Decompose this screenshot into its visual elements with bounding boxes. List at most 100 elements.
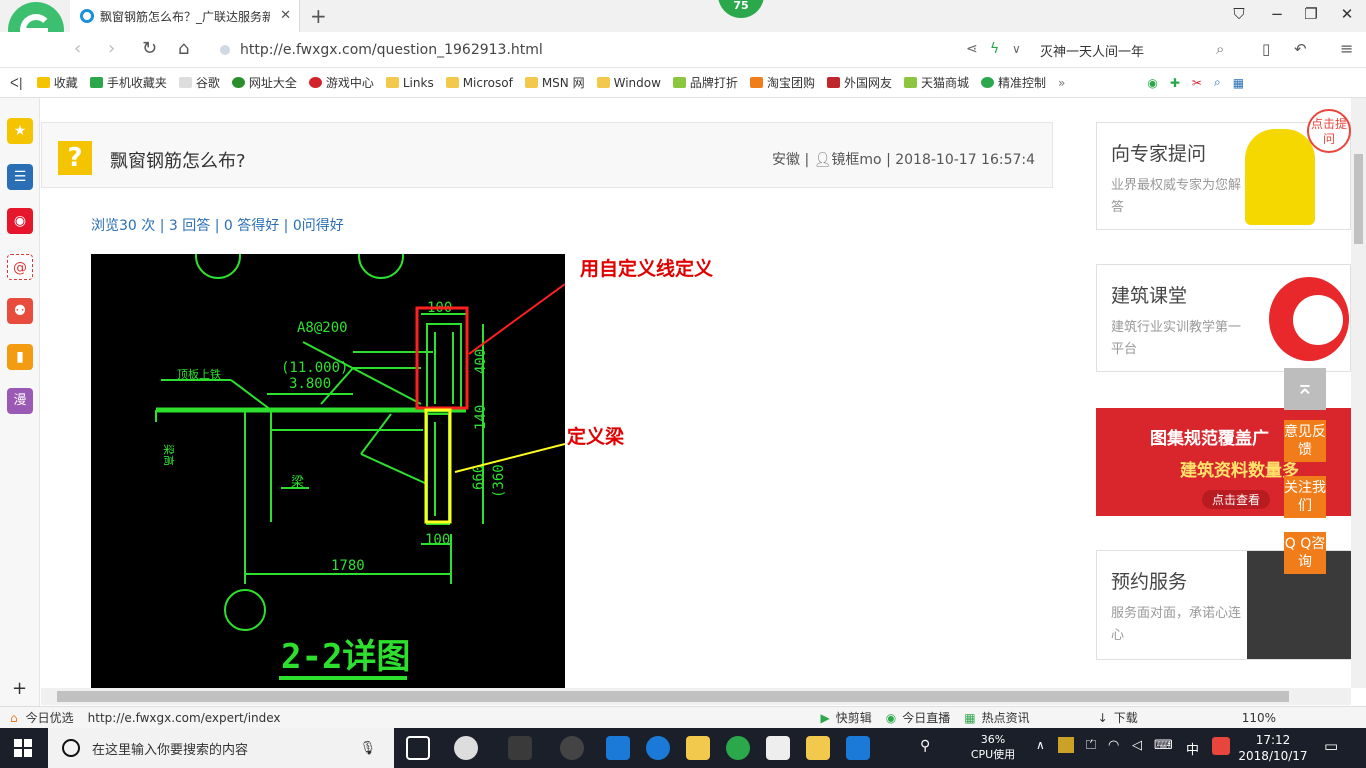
address-bar[interactable]: http://e.fwxgx.com/question_1962913.html: [220, 37, 940, 63]
share-icon[interactable]: ⋖: [966, 41, 978, 57]
volume-icon[interactable]: ◁: [1132, 738, 1142, 753]
class-card[interactable]: 建筑课堂 建筑行业实训教学第一平台: [1096, 264, 1351, 372]
bookmark-item[interactable]: Microsof: [445, 76, 513, 90]
search-icon[interactable]: ⌕: [1216, 40, 1224, 58]
undo-icon[interactable]: ↶: [1294, 40, 1307, 58]
notes-icon[interactable]: [806, 736, 830, 760]
home-icon[interactable]: ⌂: [178, 38, 189, 59]
microphone-icon[interactable]: 🎙︎: [359, 741, 376, 756]
app-icon[interactable]: [454, 736, 478, 760]
scroll-thumb[interactable]: [1354, 154, 1363, 244]
collapse-icon[interactable]: ᐸ|: [10, 76, 23, 90]
question-stats[interactable]: 浏览30 次 | 3 回答 | 0 答得好 | 0问得好: [91, 215, 344, 235]
status-item[interactable]: 快剪辑: [836, 709, 872, 726]
menu-icon[interactable]: ≡: [1340, 39, 1353, 58]
bookmark-item[interactable]: 淘宝团购: [749, 74, 815, 91]
app-icon[interactable]: [560, 736, 584, 760]
dim-360: (360: [491, 464, 507, 498]
yen-icon[interactable]: ◉: [1147, 76, 1157, 90]
notification-icon[interactable]: ▭: [1324, 737, 1338, 755]
status-item[interactable]: 热点资讯: [982, 709, 1030, 726]
book-icon[interactable]: ▮: [7, 344, 33, 370]
qq-button[interactable]: Q Q咨询: [1284, 532, 1326, 574]
bookmark-item[interactable]: 网址大全: [231, 74, 297, 91]
task-view-icon[interactable]: [406, 736, 430, 760]
close-window-button[interactable]: ✕: [1332, 5, 1362, 23]
username[interactable]: 镜框mo: [831, 152, 881, 168]
puzzle-icon[interactable]: ✚: [1170, 76, 1180, 90]
weibo-icon[interactable]: ◉: [7, 208, 33, 234]
cpu-monitor[interactable]: 36% CPU使用: [962, 732, 1024, 762]
magnifier-icon[interactable]: ⌕: [1214, 75, 1221, 90]
ie-browser-icon[interactable]: [508, 736, 532, 760]
download-icon: ↓: [1097, 710, 1108, 725]
edge-icon[interactable]: [606, 736, 630, 760]
browser-tab[interactable]: 飘窗钢筋怎么布？_广联达服务新 ✕: [70, 0, 300, 32]
bookmark-item[interactable]: Links: [385, 76, 434, 90]
bookmark-item[interactable]: 手机收藏夹: [89, 74, 167, 91]
bookmark-item[interactable]: 收藏: [36, 74, 78, 91]
bookmark-item[interactable]: 谷歌: [178, 74, 220, 91]
keyboard-icon[interactable]: ⌨: [1154, 738, 1173, 753]
hscroll-thumb[interactable]: [57, 691, 1289, 702]
status-item[interactable]: 今日直播: [902, 709, 950, 726]
status-item[interactable]: 下载: [1114, 709, 1138, 726]
meta-separator: |: [886, 152, 891, 168]
tray-app-icon[interactable]: [1058, 737, 1074, 753]
folder-icon[interactable]: [686, 736, 710, 760]
close-tab-icon[interactable]: ✕: [280, 8, 291, 23]
shirt-icon[interactable]: ⛉: [1224, 5, 1254, 23]
sogou-icon[interactable]: [1212, 737, 1230, 755]
tray-icon[interactable]: ⏍: [1086, 738, 1096, 753]
forward-icon[interactable]: ›: [108, 38, 115, 59]
more-bookmarks-icon[interactable]: »: [1058, 76, 1065, 90]
score-badge[interactable]: 75: [718, 0, 764, 18]
grid-icon[interactable]: ▦: [1233, 76, 1244, 90]
expert-card[interactable]: 向专家提问 业界最权威专家为您解答 点击提问: [1096, 109, 1351, 230]
bookmark-item[interactable]: MSN 网: [524, 74, 585, 91]
mail-icon[interactable]: @: [7, 254, 33, 280]
ie-icon[interactable]: [646, 736, 670, 760]
today-pick[interactable]: 今日优选: [26, 709, 74, 726]
app-icon[interactable]: [846, 736, 870, 760]
minimize-button[interactable]: −: [1262, 5, 1292, 23]
horizontal-scrollbar[interactable]: [41, 688, 1351, 705]
people-icon[interactable]: ⚲: [920, 738, 930, 754]
lightning-icon[interactable]: ϟ: [990, 41, 999, 57]
bookmark-item[interactable]: 外国网友: [826, 74, 892, 91]
wifi-icon[interactable]: ◠: [1108, 738, 1119, 753]
promo-button[interactable]: 点击查看: [1202, 490, 1271, 509]
game-icon[interactable]: ⚉: [7, 298, 33, 324]
favorites-star-icon[interactable]: ★: [7, 118, 33, 144]
clock[interactable]: 17:12 2018/10/17: [1236, 732, 1310, 764]
bookmark-item[interactable]: 天猫商城: [903, 74, 969, 91]
feedback-button[interactable]: 意见反馈: [1284, 420, 1326, 462]
back-icon[interactable]: ‹: [74, 38, 81, 59]
vertical-scrollbar[interactable]: [1351, 98, 1366, 688]
back-to-top-button[interactable]: ⌅: [1284, 368, 1326, 410]
bookmark-item[interactable]: 品牌打折: [672, 74, 738, 91]
bookmark-item[interactable]: 精准控制: [980, 74, 1046, 91]
new-tab-icon[interactable]: +: [310, 4, 327, 28]
dim-660: 660: [471, 465, 487, 490]
scissors-icon[interactable]: ✂: [1192, 76, 1202, 90]
zoom-level[interactable]: 110%: [1242, 711, 1276, 725]
search-input[interactable]: 灭神一天人间一年: [1040, 37, 1240, 63]
bookmark-item[interactable]: 游戏中心: [308, 74, 374, 91]
chevron-down-icon[interactable]: ∨: [1012, 42, 1021, 56]
follow-button[interactable]: 关注我们: [1284, 476, 1326, 518]
ask-bubble[interactable]: 点击提问: [1307, 109, 1351, 153]
browser-360-icon[interactable]: [726, 736, 750, 760]
tray-chevron-icon[interactable]: ∧: [1036, 738, 1045, 752]
maximize-button[interactable]: ❐: [1296, 5, 1326, 23]
refresh-icon[interactable]: ↻: [142, 38, 157, 59]
mail-icon[interactable]: [766, 736, 790, 760]
comic-icon[interactable]: 漫: [7, 388, 33, 414]
phone-icon[interactable]: ▯: [1262, 40, 1270, 58]
taskbar-search[interactable]: 在这里输入你要搜索的内容 🎙︎: [48, 728, 394, 768]
ime-indicator[interactable]: 中: [1186, 739, 1199, 758]
bookmark-item[interactable]: Window: [596, 76, 661, 90]
add-icon[interactable]: +: [12, 678, 27, 699]
news-icon[interactable]: ☰: [7, 164, 33, 190]
windows-start-icon[interactable]: [14, 739, 32, 757]
